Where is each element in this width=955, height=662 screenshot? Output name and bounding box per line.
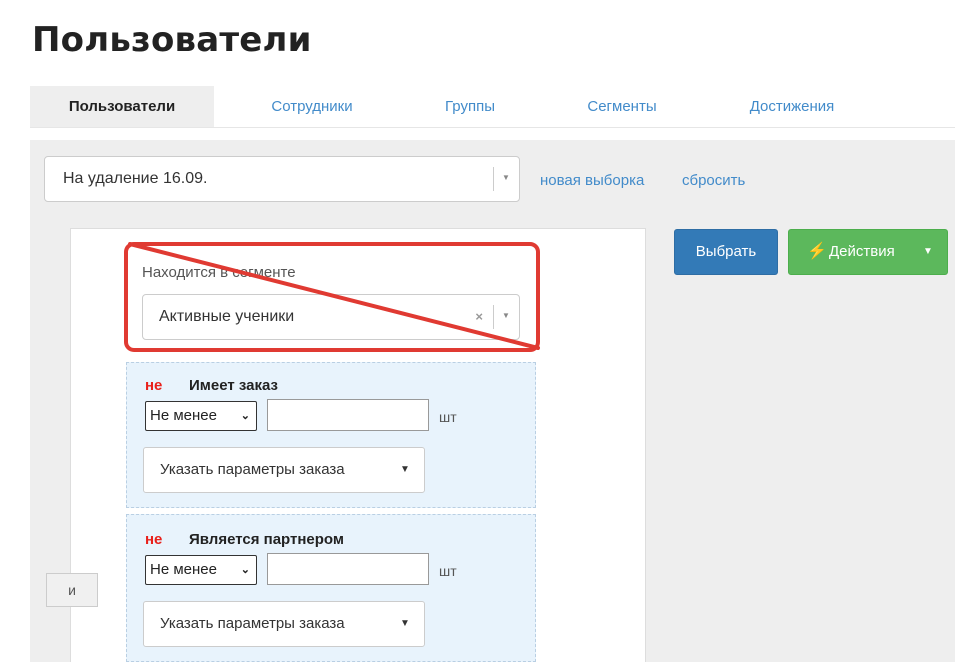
bolt-icon: ⚡ <box>807 243 827 260</box>
select-button[interactable]: Выбрать <box>674 229 778 275</box>
tab-groups[interactable]: Группы <box>430 86 510 127</box>
partner-condition: не Является партнером Не менее ⌄ шт Указ… <box>126 514 536 662</box>
negation-toggle[interactable]: не <box>145 531 162 548</box>
tab-users[interactable]: Пользователи <box>30 86 214 127</box>
dropdown-arrow-zone: ▼ <box>493 305 519 329</box>
new-selection-link[interactable]: новая выборка <box>540 172 644 189</box>
and-operator-button[interactable]: и <box>46 573 98 607</box>
caret-down-icon: ▼ <box>923 246 933 257</box>
order-params-button[interactable]: Указать параметры заказа ▼ <box>143 447 425 493</box>
saved-selection-select[interactable]: На удаление 16.09. ▼ <box>44 156 520 202</box>
comparator-select[interactable]: Не менее ⌄ <box>145 555 257 585</box>
dropdown-arrow-zone: ▼ <box>493 167 519 191</box>
chevron-down-icon: ▼ <box>502 311 510 320</box>
chevron-down-icon: ▼ <box>502 173 510 182</box>
comparator-value: Не менее <box>150 561 217 578</box>
segment-select[interactable]: Активные ученики × ▼ <box>142 294 520 340</box>
saved-selection-value: На удаление 16.09. <box>63 170 208 187</box>
actions-button-label: Действия <box>829 243 895 260</box>
unit-label: шт <box>439 409 457 425</box>
close-icon[interactable]: × <box>475 309 483 324</box>
segment-select-value: Активные ученики <box>159 308 295 325</box>
order-params-label: Указать параметры заказа <box>160 461 345 478</box>
unit-label: шт <box>439 563 457 579</box>
actions-button[interactable]: ⚡ Действия ▼ <box>788 229 948 275</box>
tab-segments[interactable]: Сегменты <box>570 86 674 127</box>
order-params-label: Указать параметры заказа <box>160 615 345 632</box>
comparator-select[interactable]: Не менее ⌄ <box>145 401 257 431</box>
reset-link[interactable]: сбросить <box>682 172 745 189</box>
caret-down-icon: ▼ <box>400 464 410 475</box>
chevron-down-icon: ⌄ <box>240 410 250 422</box>
tab-bar: Пользователи Сотрудники Группы Сегменты … <box>30 86 955 128</box>
condition-title: Является партнером <box>189 531 344 548</box>
quantity-input[interactable] <box>267 553 429 585</box>
order-params-button[interactable]: Указать параметры заказа ▼ <box>143 601 425 647</box>
condition-title: Имеет заказ <box>189 377 278 394</box>
segment-condition-label: Находится в сегменте <box>142 264 296 281</box>
segment-condition: Находится в сегменте Активные ученики × … <box>126 248 536 350</box>
tab-achievements[interactable]: Достижения <box>730 86 854 127</box>
caret-down-icon: ▼ <box>400 618 410 629</box>
negation-toggle[interactable]: не <box>145 377 162 394</box>
page-title: Пользователи <box>32 20 312 60</box>
tab-employees[interactable]: Сотрудники <box>250 86 374 127</box>
chevron-down-icon: ⌄ <box>240 564 250 576</box>
comparator-value: Не менее <box>150 407 217 424</box>
order-condition: не Имеет заказ Не менее ⌄ шт Указать пар… <box>126 362 536 508</box>
quantity-input[interactable] <box>267 399 429 431</box>
